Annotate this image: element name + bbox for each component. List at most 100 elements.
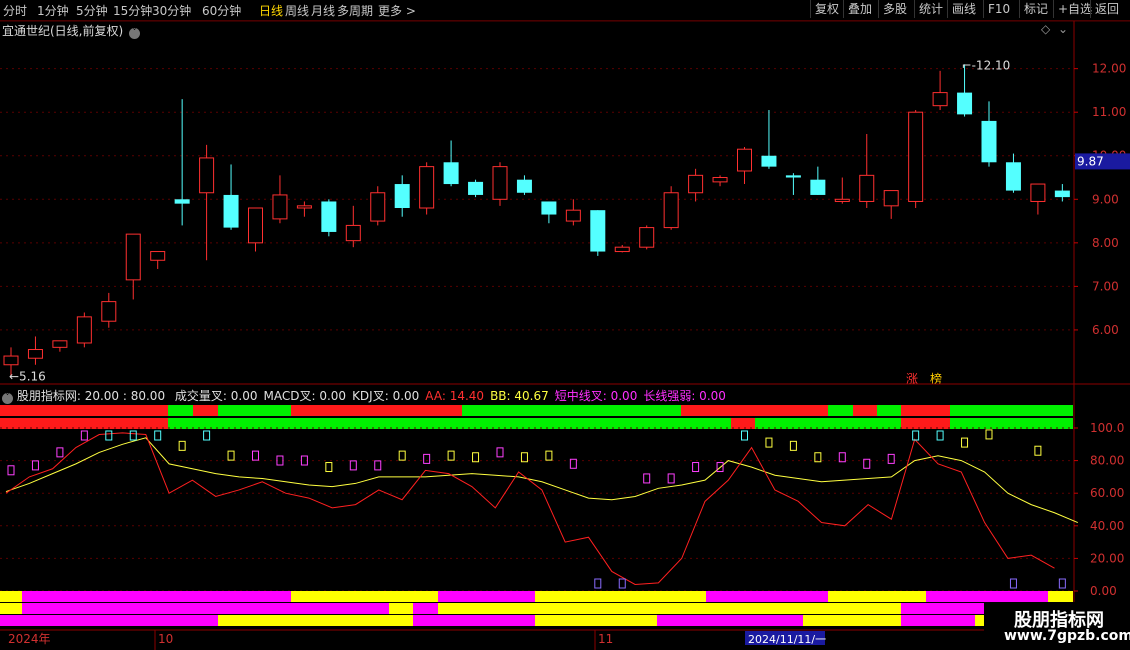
signal-bar-2 [168,418,731,429]
signal-marker [80,430,88,441]
signal-bar-2 [901,418,950,429]
signal-marker [325,462,333,473]
signal-bar-1 [950,405,1073,416]
candle-body-up [932,92,948,107]
osc-axis-label: 20.00 [1090,551,1124,565]
strength-bar-2 [438,603,901,614]
signal-marker [887,453,895,464]
signal-bar-2 [950,418,1073,429]
candle-body-up [737,148,752,172]
candle-body-up [908,111,924,202]
candle-body-down [981,120,997,163]
signal-bar-1 [853,405,877,416]
high-price-label: ⌐-12.10 [962,58,1011,72]
signal-marker [912,430,920,441]
candle-body-up [370,192,386,222]
candle-body-up [1030,183,1046,202]
signal-marker [227,450,235,461]
signal-bar-2 [0,418,168,429]
signal-marker [178,440,186,451]
candle-body-up [419,166,435,209]
signal-marker [447,450,455,461]
price-chart[interactable]: 12.0011.0010.009.008.007.006.009.87⌐-12.… [0,0,1130,650]
candle-body-down [174,199,190,204]
signal-marker [374,460,382,471]
candle-body-up [101,301,117,322]
watermark: 股朋指标网 www.7gpzb.com [984,602,1130,650]
signal-marker [7,465,15,476]
cursor-date-label: 2024/11/11/一 [748,633,826,646]
candle-body-down [394,184,410,208]
signal-bar-1 [218,405,291,416]
signal-bar-2 [731,418,755,429]
bb-line [5,437,1078,524]
signal-bar-1 [168,405,193,416]
strength-bar-3 [901,615,975,626]
candle-body-up [688,174,704,194]
strength-bar-1 [291,591,438,602]
price-axis-label: 11.00 [1092,105,1126,119]
signal-marker [985,429,993,440]
strength-bar-1 [22,591,291,602]
signal-marker [765,437,773,448]
candle-body-up [834,198,850,202]
candle-body-up [614,246,630,253]
osc-axis-label: 40.00 [1090,519,1124,533]
candle-body-down [590,210,606,252]
strength-bar-1 [828,591,926,602]
candle-body-up [565,209,581,222]
candle-body-up [492,166,508,200]
price-axis-label: 8.00 [1092,236,1119,250]
signal-marker [692,462,700,473]
candle-body-up [883,190,899,207]
candle-body-down [957,92,973,115]
signal-bar-1 [877,405,901,416]
current-price-label: 9.87 [1077,154,1104,168]
strength-bar-3 [0,615,218,626]
low-price-label: ←5.16 [9,370,46,384]
strength-bar-1 [706,591,828,602]
aa-line [5,432,1055,585]
candle-body-up [345,224,361,242]
signal-marker [496,447,504,458]
signal-marker [423,453,431,464]
strength-bar-3 [975,615,984,626]
strength-bar-1 [535,591,706,602]
candle-body-down [223,194,239,228]
signal-marker [789,440,797,451]
signal-marker [203,430,211,441]
signal-marker [349,460,357,471]
signal-bar-1 [193,405,218,416]
signal-bar-1 [828,405,853,416]
signal-marker [1058,578,1066,589]
osc-axis-label: 60.00 [1090,486,1124,500]
signal-marker [594,578,602,589]
strength-bar-2 [389,603,413,614]
signal-marker [31,460,39,471]
signal-marker [154,430,162,441]
signal-marker [936,430,944,441]
candle-body-up [663,192,679,229]
strength-bar-3 [218,615,413,626]
price-axis-label: 7.00 [1092,279,1119,293]
signal-bar-1 [462,405,681,416]
signal-marker [398,450,406,461]
candle-body-down [468,181,484,195]
candle-body-down [516,179,532,193]
strength-bar-3 [803,615,901,626]
price-axis-label: 6.00 [1092,323,1119,337]
signal-marker [56,447,64,458]
strength-bar-2 [22,603,389,614]
price-axis-label: 12.00 [1092,62,1126,76]
strength-bar-2 [0,603,22,614]
candle-body-down [810,179,826,195]
watermark-url: www.7gpzb.com [1004,628,1130,644]
strength-bar-1 [0,591,22,602]
signal-marker [252,450,259,461]
strength-bar-3 [535,615,657,626]
candle-body-up [76,316,92,344]
candle-body-up [639,227,655,248]
candle-body-up [27,349,43,359]
candle-body-down [1054,190,1070,198]
candle-body-down [541,201,557,215]
